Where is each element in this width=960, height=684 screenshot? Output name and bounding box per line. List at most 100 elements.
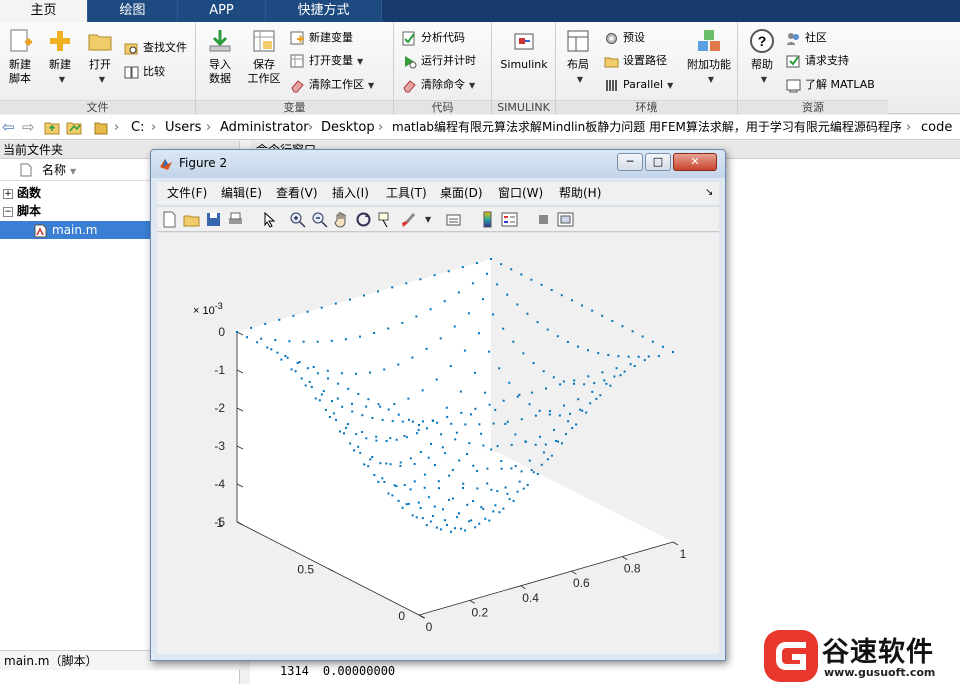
tab-home[interactable]: 主页: [0, 0, 88, 22]
menu-insert[interactable]: 插入(I): [332, 182, 369, 204]
layout-button[interactable]: 布局 ▼: [558, 26, 598, 87]
rotate-3d-icon[interactable]: [355, 211, 372, 228]
breadcrumb-administrator[interactable]: Administrator: [220, 115, 309, 139]
hide-plot-tools-icon[interactable]: [535, 211, 552, 228]
addons-button[interactable]: 附加功能 ▼: [684, 26, 734, 87]
clear-commands-button[interactable]: 清除命令 ▼: [402, 75, 475, 95]
data-point: [558, 414, 561, 417]
data-cursor-icon[interactable]: [377, 211, 394, 228]
data-point: [355, 433, 358, 436]
back-arrow-icon[interactable]: ⇦: [2, 115, 15, 139]
pointer-icon[interactable]: [261, 211, 278, 228]
group-simulink-label: SIMULINK: [492, 100, 555, 114]
legend-icon[interactable]: [501, 211, 518, 228]
data-point: [304, 384, 307, 387]
open-button[interactable]: 打开 ▼: [80, 26, 120, 87]
figure-title-bar[interactable]: Figure 2 ─ □ ✕: [151, 150, 725, 178]
simulink-button[interactable]: Simulink: [498, 26, 550, 72]
close-button[interactable]: ✕: [673, 153, 717, 171]
surface-scatter-plot[interactable]: 00.20.40.60.8100.510-1-2-3-4-5 × 10-3: [157, 233, 719, 654]
matlab-logo-icon: [160, 159, 172, 170]
data-point: [508, 381, 511, 384]
menu-view[interactable]: 查看(V): [276, 182, 318, 204]
open-variable-button[interactable]: 打开变量 ▼: [290, 51, 363, 71]
new-button[interactable]: 新建 ▼: [40, 26, 80, 87]
minimize-button[interactable]: ─: [617, 153, 643, 171]
request-support-button[interactable]: 请求支持: [786, 51, 849, 71]
brush-dropdown-icon[interactable]: ▼: [425, 215, 431, 224]
show-plot-tools-icon[interactable]: [557, 211, 574, 228]
menu-window[interactable]: 窗口(W): [498, 182, 543, 204]
data-point: [284, 355, 287, 357]
data-point: [349, 442, 352, 445]
breadcrumb-users[interactable]: Users: [165, 115, 201, 139]
breadcrumb-project-folder[interactable]: matlab编程有限元算法求解Mindlin板静力问题 用FEM算法求解，用于学…: [392, 115, 902, 139]
menu-help[interactable]: 帮助(H): [559, 182, 601, 204]
import-data-button[interactable]: 导入 数据: [200, 26, 240, 86]
data-point: [492, 422, 495, 425]
colorbar-icon[interactable]: [479, 211, 496, 228]
menu-file[interactable]: 文件(F): [167, 182, 207, 204]
new-script-button[interactable]: 新建 脚本: [0, 26, 40, 86]
menu-edit[interactable]: 编辑(E): [221, 182, 262, 204]
set-path-label: 设置路径: [623, 54, 667, 67]
menu-tools[interactable]: 工具(T): [386, 182, 427, 204]
new-variable-button[interactable]: 新建变量: [290, 28, 353, 48]
save-workspace-button[interactable]: 保存 工作区: [242, 26, 286, 86]
data-point: [591, 390, 594, 393]
analyze-code-button[interactable]: 分析代码: [402, 28, 465, 48]
data-point: [619, 374, 622, 377]
dock-arrow-icon[interactable]: ↘: [705, 182, 713, 204]
breadcrumb-desktop[interactable]: Desktop: [321, 115, 375, 139]
community-button[interactable]: 社区: [786, 28, 827, 48]
menu-desktop[interactable]: 桌面(D): [440, 182, 483, 204]
brush-icon[interactable]: [399, 211, 416, 228]
data-point: [633, 365, 636, 367]
find-files-button[interactable]: 查找文件: [124, 38, 187, 58]
print-icon[interactable]: [227, 211, 244, 228]
data-point: [276, 351, 279, 354]
data-point: [484, 517, 487, 520]
run-and-time-button[interactable]: 运行并计时: [402, 51, 476, 71]
data-point: [445, 406, 448, 409]
new-figure-icon[interactable]: [161, 211, 178, 228]
data-point: [417, 501, 420, 504]
data-point: [534, 414, 537, 417]
set-path-button[interactable]: 设置路径: [604, 51, 667, 71]
breadcrumb-code[interactable]: code: [921, 115, 952, 139]
open-file-icon[interactable]: [183, 211, 200, 228]
data-point: [577, 345, 579, 348]
help-button[interactable]: ? 帮助 ▼: [742, 26, 782, 87]
data-point: [431, 419, 434, 422]
compare-icon: [124, 66, 139, 78]
maximize-button[interactable]: □: [645, 153, 671, 171]
collapse-icon[interactable]: −: [3, 206, 13, 217]
browse-folder-icon[interactable]: [66, 120, 82, 135]
forward-arrow-icon[interactable]: ⇨: [22, 115, 35, 139]
expand-icon[interactable]: +: [3, 188, 13, 199]
breadcrumb-c-drive[interactable]: C:: [131, 115, 144, 139]
zoom-out-icon[interactable]: [311, 211, 328, 228]
data-point: [605, 382, 608, 385]
compare-button[interactable]: 比较: [124, 62, 165, 82]
data-point: [549, 410, 551, 413]
parallel-button[interactable]: Parallel ▼: [604, 75, 673, 95]
up-folder-icon[interactable]: [44, 120, 60, 135]
preferences-button[interactable]: 预设: [604, 28, 645, 48]
tab-shortcuts[interactable]: 快捷方式: [266, 0, 382, 22]
z-tick-label: -2: [214, 401, 225, 415]
pan-hand-icon[interactable]: [333, 211, 350, 228]
data-point: [446, 415, 449, 418]
breadcrumb-separator: ›: [378, 120, 384, 135]
link-plot-icon[interactable]: [445, 211, 462, 228]
data-point: [609, 384, 612, 387]
data-point: [415, 516, 418, 519]
tab-plots[interactable]: 绘图: [88, 0, 178, 22]
clear-workspace-button[interactable]: 清除工作区 ▼: [290, 75, 374, 95]
zoom-in-icon[interactable]: [289, 211, 306, 228]
data-point: [484, 391, 487, 394]
preferences-label: 预设: [623, 31, 645, 44]
save-icon[interactable]: [205, 211, 222, 228]
learn-matlab-button[interactable]: 了解 MATLAB: [786, 75, 875, 95]
tab-apps[interactable]: APP: [178, 0, 266, 22]
